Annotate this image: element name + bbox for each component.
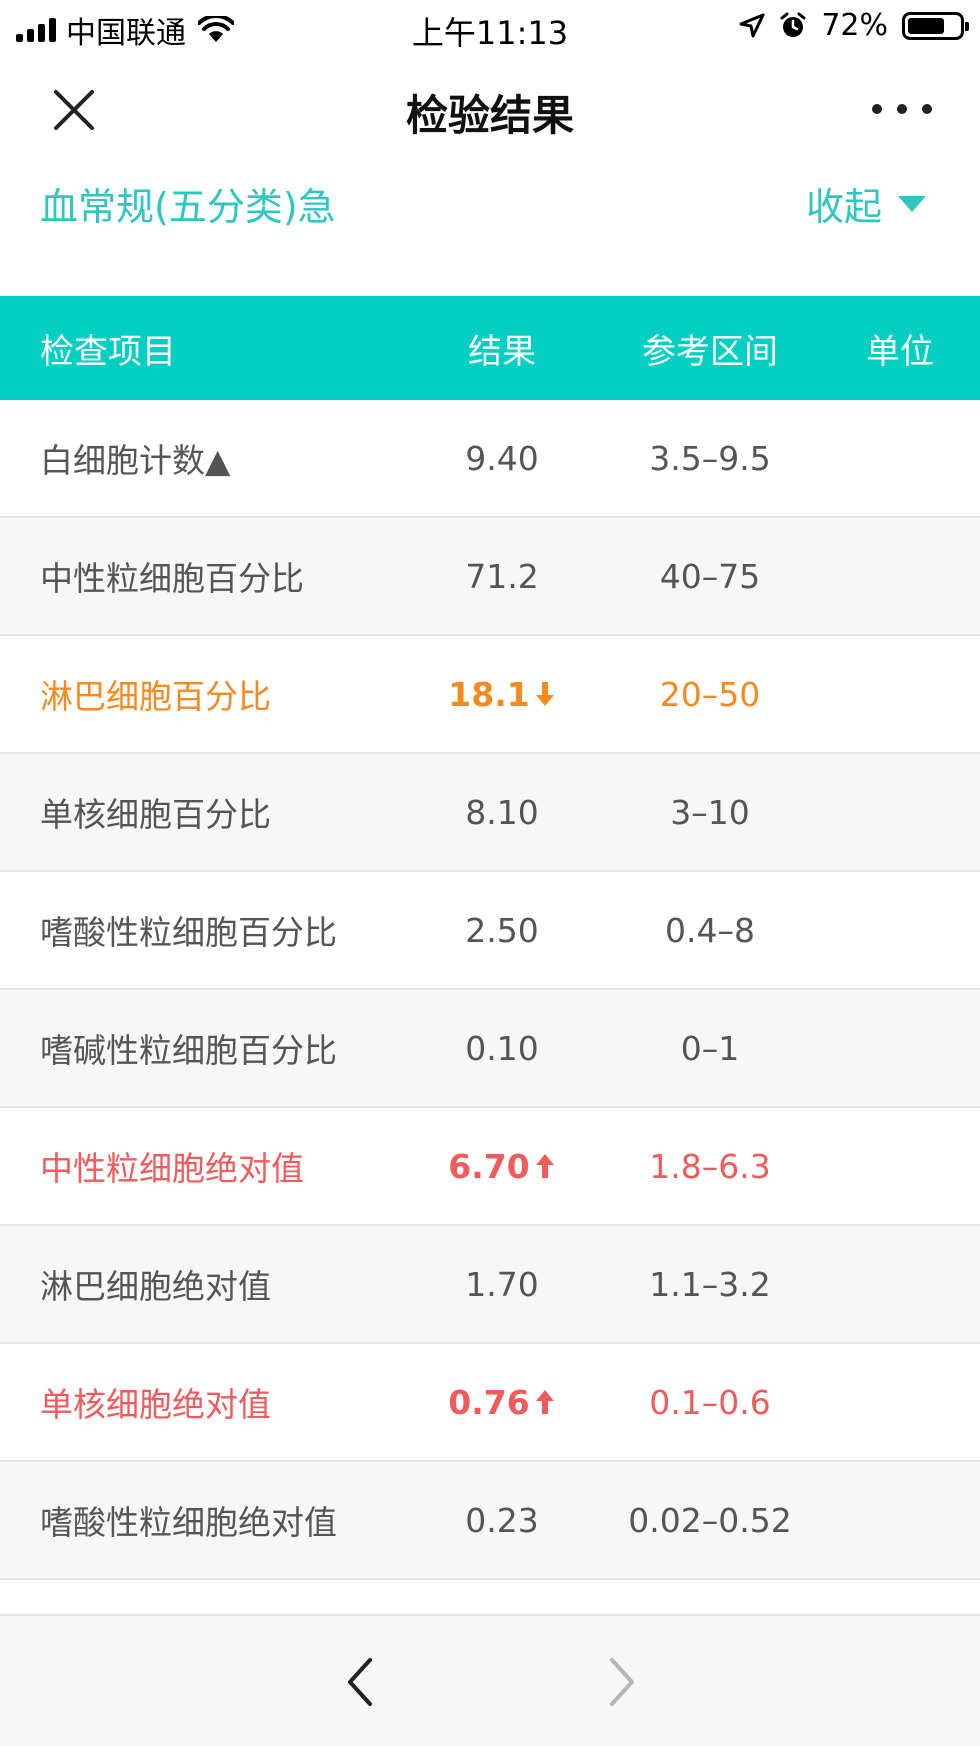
row-result: 71.2 [465, 556, 539, 596]
more-icon[interactable] [872, 94, 932, 124]
arrow-up-icon [535, 1390, 554, 1414]
row-name: 淋巴细胞绝对值 [40, 1267, 271, 1306]
row-result: 9.40 [465, 438, 539, 478]
table-row: 嗜酸性粒细胞绝对值 0.23 0.02–0.52 [0, 1462, 980, 1580]
row-name: 嗜酸性粒细胞百分比 [40, 913, 337, 952]
table-row: 嗜酸性粒细胞百分比 2.50 0.4–8 [0, 872, 980, 990]
row-result: 1.70 [465, 1264, 539, 1304]
chevron-left-icon[interactable] [340, 1654, 380, 1710]
row-unit [840, 990, 960, 1106]
row-unit [840, 400, 960, 516]
table-row: 单核细胞百分比 8.10 3–10 [0, 754, 980, 872]
collapse-label: 收起 [805, 185, 882, 229]
row-name: 嗜碱性粒细胞百分比 [40, 1031, 337, 1070]
header-unit: 单位 [866, 331, 934, 372]
row-unit [840, 1226, 960, 1342]
battery-icon [902, 11, 969, 40]
row-name: 中性粒细胞绝对值 [40, 1149, 304, 1188]
result-table: 白细胞计数▲ 9.40 3.5–9.5 中性粒细胞百分比 71.2 40–75 … [0, 400, 980, 1580]
row-name: 单核细胞绝对值 [40, 1385, 271, 1424]
battery-percent: 72% [821, 8, 888, 43]
arrow-up-icon [535, 1154, 554, 1178]
page-title: 检验结果 [405, 91, 574, 140]
header-range: 参考区间 [642, 331, 778, 372]
row-unit [840, 754, 960, 870]
row-range: 1.8–6.3 [649, 1146, 771, 1186]
row-unit [840, 518, 960, 634]
row-unit [840, 1344, 960, 1460]
row-name: 白细胞计数▲ [40, 441, 231, 480]
row-name: 嗜酸性粒细胞绝对值 [40, 1503, 337, 1542]
row-range: 0.1–0.6 [649, 1382, 771, 1422]
row-range: 3.5–9.5 [649, 438, 771, 478]
table-row: 白细胞计数▲ 9.40 3.5–9.5 [0, 400, 980, 518]
arrow-down-icon [535, 682, 554, 706]
bottom-toolbar [0, 1614, 980, 1746]
table-row: 中性粒细胞绝对值 6.70 1.8–6.3 [0, 1108, 980, 1226]
row-result: 0.23 [465, 1500, 539, 1540]
location-icon [739, 13, 765, 37]
caret-down-icon [898, 195, 926, 212]
row-range: 0.02–0.52 [628, 1500, 792, 1540]
row-name: 淋巴细胞百分比 [40, 677, 271, 716]
table-row: 淋巴细胞绝对值 1.70 1.1–3.2 [0, 1226, 980, 1344]
chevron-right-icon[interactable] [602, 1654, 642, 1710]
row-result: 18.1 [430, 636, 574, 752]
table-header: 检查项目 结果 参考区间 单位 [0, 296, 980, 400]
row-name: 中性粒细胞百分比 [40, 559, 304, 598]
status-bar: 中国联通 上午11:13 72% [0, 0, 980, 54]
table-row: 中性粒细胞百分比 71.2 40–75 [0, 518, 980, 636]
header-name: 检查项目 [40, 331, 176, 372]
row-range: 3–10 [670, 792, 750, 832]
row-range: 1.1–3.2 [649, 1264, 771, 1304]
row-range: 40–75 [659, 556, 761, 596]
collapse-button[interactable]: 收起 [806, 176, 926, 231]
row-result: 0.76 [430, 1344, 574, 1460]
row-result: 8.10 [465, 792, 539, 832]
row-range: 20–50 [659, 674, 761, 714]
row-name: 单核细胞百分比 [40, 795, 271, 834]
row-unit [840, 872, 960, 988]
row-unit [840, 1462, 960, 1578]
row-result: 6.70 [430, 1108, 574, 1224]
row-range: 0–1 [680, 1028, 740, 1068]
table-row: 嗜碱性粒细胞百分比 0.10 0–1 [0, 990, 980, 1108]
header-result: 结果 [468, 331, 536, 372]
row-result: 2.50 [465, 910, 539, 950]
table-row: 单核细胞绝对值 0.76 0.1–0.6 [0, 1344, 980, 1462]
alarm-icon [780, 12, 806, 37]
table-row: 淋巴细胞百分比 18.1 20–50 [0, 636, 980, 754]
row-range: 0.4–8 [665, 910, 755, 950]
row-unit [840, 636, 960, 752]
row-unit [840, 1108, 960, 1224]
section-title: 血常规(五分类)急 [40, 185, 336, 229]
nav-bar: 检验结果 [0, 54, 980, 164]
status-right: 72% [739, 8, 969, 43]
row-result: 0.10 [465, 1028, 539, 1068]
